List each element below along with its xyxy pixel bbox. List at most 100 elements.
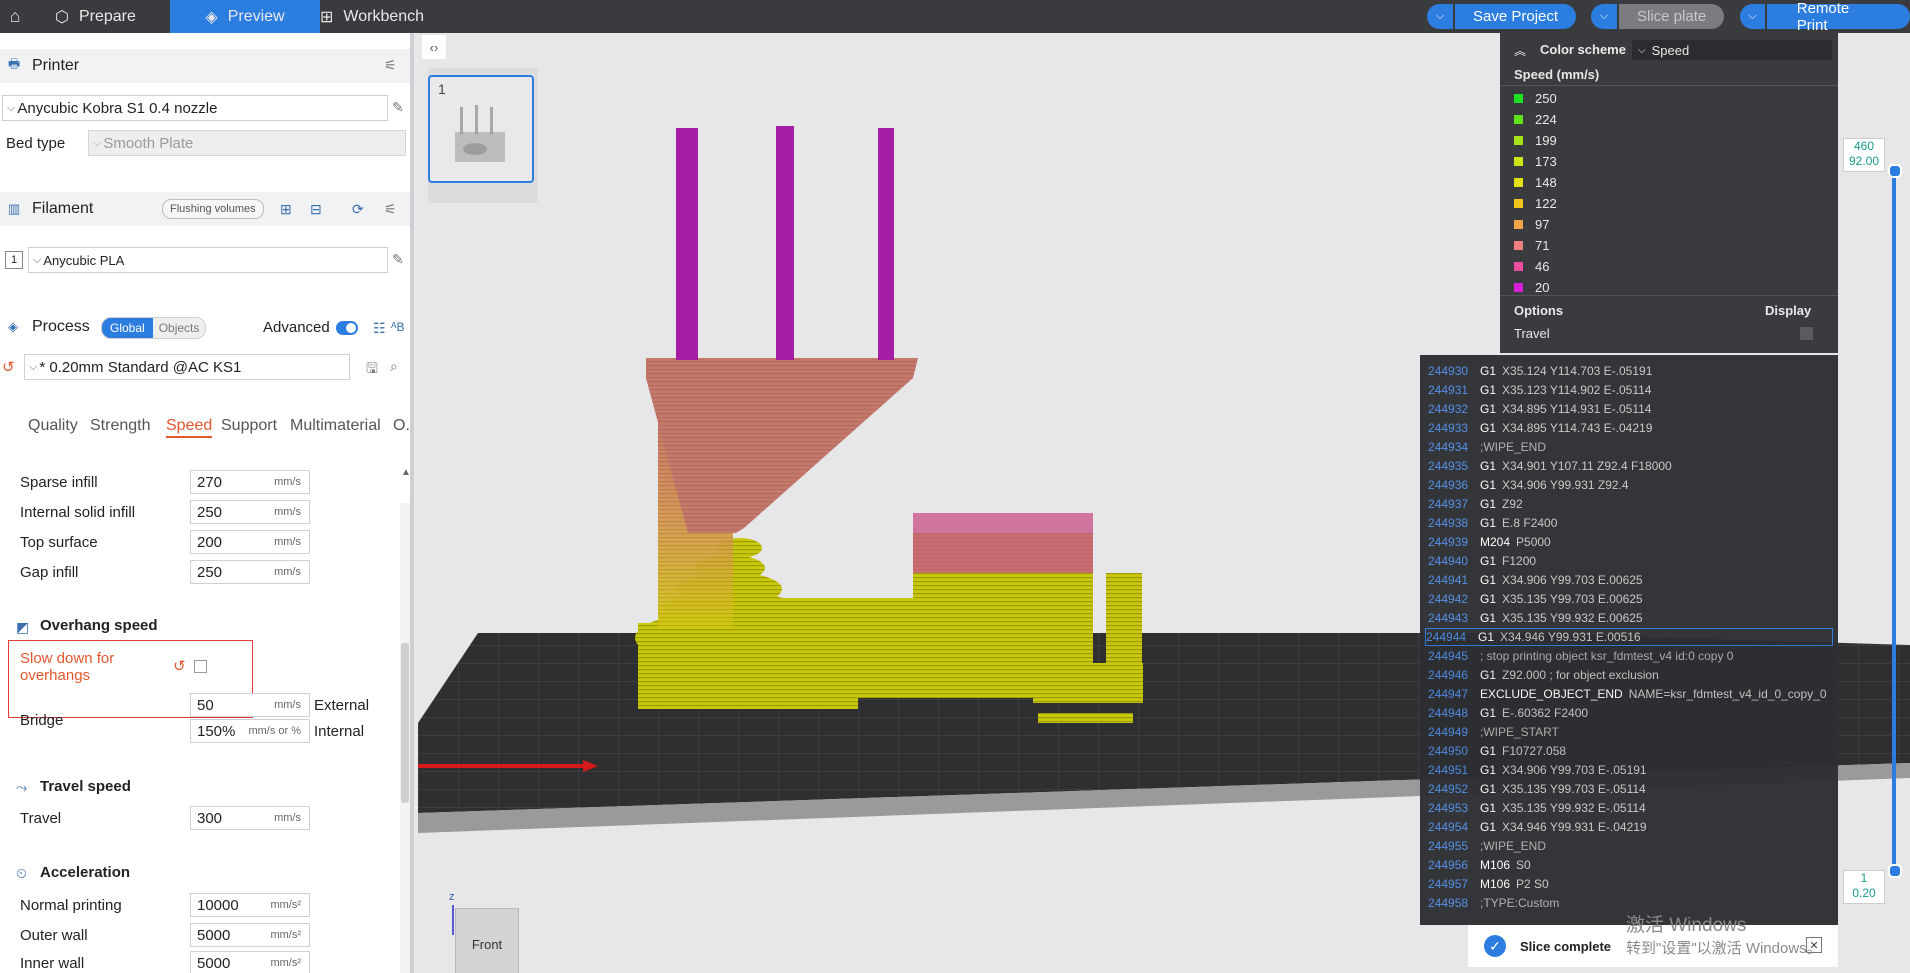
gcode-line[interactable]: 244941 G1 X34.906 Y99.703 E.00625 bbox=[1428, 572, 1643, 588]
tab-multimaterial[interactable]: Multimaterial bbox=[290, 417, 381, 435]
process-preset-select[interactable]: ⌵ * 0.20mm Standard @AC KS1 bbox=[24, 354, 350, 380]
save-project-dropdown[interactable]: ⌵ bbox=[1427, 4, 1453, 29]
global-option[interactable]: Global bbox=[102, 318, 153, 338]
gcode-line[interactable]: 244954 G1 X34.946 Y99.931 E-.04219 bbox=[1428, 819, 1647, 835]
gcode-arguments: ;WIPE_END bbox=[1480, 839, 1547, 853]
printer-settings-icon[interactable]: ⚟ bbox=[384, 57, 397, 74]
gcode-command: G1 bbox=[1478, 630, 1495, 644]
gcode-line[interactable]: 244952 G1 X35.135 Y99.703 E-.05114 bbox=[1428, 781, 1646, 797]
gcode-line-number: 244940 bbox=[1428, 554, 1469, 568]
advanced-toggle[interactable] bbox=[336, 321, 358, 335]
settings-scrollbar-thumb[interactable] bbox=[401, 643, 409, 803]
gcode-command: G1 bbox=[1480, 421, 1497, 435]
gcode-line[interactable]: 244937 G1 Z92 bbox=[1428, 496, 1523, 512]
gcode-line-number: 244934 bbox=[1428, 440, 1469, 454]
gcode-line[interactable]: 244944 G1 X34.946 Y99.931 E.00516 bbox=[1425, 628, 1833, 646]
printer-title: Printer bbox=[32, 57, 80, 74]
gcode-line[interactable]: 244935 G1 X34.901 Y107.11 Z92.4 F18000 bbox=[1428, 458, 1672, 474]
gcode-line[interactable]: 244947 EXCLUDE_OBJECT_END NAME=ksr_fdmtest… bbox=[1428, 686, 1827, 702]
ab-icon[interactable]: ᴬB bbox=[391, 320, 404, 334]
gcode-line[interactable]: 244953 G1 X35.135 Y99.932 E-.05114 bbox=[1428, 800, 1646, 816]
layer-slider-track[interactable] bbox=[1892, 170, 1896, 870]
gcode-command: G1 bbox=[1480, 383, 1497, 397]
sync-filament-icon[interactable]: ⟳ bbox=[352, 201, 364, 218]
save-project-button[interactable]: Save Project bbox=[1455, 4, 1577, 29]
inner-wall-input[interactable]: 5000 mm/s² bbox=[190, 951, 310, 973]
remove-filament-icon[interactable]: ⊟ bbox=[310, 201, 322, 218]
gcode-line[interactable]: 244933 G1 X34.895 Y114.743 E-.04219 bbox=[1428, 420, 1652, 436]
normal-printing-input[interactable]: 10000 mm/s² bbox=[190, 893, 310, 917]
gcode-line[interactable]: 244950 G1 F10727.058 bbox=[1428, 743, 1566, 759]
tab-workbench[interactable]: ⊞ Workbench bbox=[320, 0, 440, 33]
bridge-internal-input[interactable]: 150% mm/s or % bbox=[190, 719, 310, 743]
gcode-line[interactable]: 244938 G1 E.8 F2400 bbox=[1428, 515, 1557, 531]
gcode-line[interactable]: 244931 G1 X35.123 Y114.902 E-.05114 bbox=[1428, 382, 1651, 398]
remote-print-button[interactable]: Remote Print bbox=[1766, 0, 1910, 34]
slow-down-checkbox[interactable] bbox=[194, 660, 207, 673]
collapse-legend-icon[interactable]: ︽ bbox=[1514, 42, 1526, 59]
top-surface-input[interactable]: 200 mm/s bbox=[190, 530, 310, 554]
gcode-line[interactable]: 244932 G1 X34.895 Y114.931 E-.05114 bbox=[1428, 401, 1651, 417]
objects-option[interactable]: Objects bbox=[152, 318, 206, 338]
bridge-external-input[interactable]: 50 mm/s bbox=[190, 693, 310, 717]
slice-plate-button[interactable]: Slice plate bbox=[1619, 4, 1725, 29]
tab-speed[interactable]: Speed bbox=[166, 417, 213, 438]
gcode-line[interactable]: 244930 G1 X35.124 Y114.703 E-.05191 bbox=[1428, 363, 1652, 379]
gcode-line[interactable]: 244940 G1 F1200 bbox=[1428, 553, 1536, 569]
gcode-line[interactable]: 244943 G1 X35.135 Y99.932 E.00625 bbox=[1428, 610, 1643, 626]
gcode-line[interactable]: 244946 G1 Z92.000 ; for object exclusion bbox=[1428, 667, 1659, 683]
gcode-line[interactable]: 244955 ;WIPE_END bbox=[1428, 838, 1546, 854]
flushing-volumes-button[interactable]: Flushing volumes bbox=[162, 199, 264, 219]
gcode-line[interactable]: 244939 M204 P5000 bbox=[1428, 534, 1551, 550]
color-scheme-select[interactable]: ⌵ Speed bbox=[1632, 40, 1832, 60]
outer-wall-input[interactable]: 5000 mm/s² bbox=[190, 923, 310, 947]
layer-slider-bottom-handle[interactable] bbox=[1888, 864, 1902, 878]
gcode-line[interactable]: 244949 ;WIPE_START bbox=[1428, 724, 1559, 740]
layer-slider-top-handle[interactable] bbox=[1888, 164, 1902, 178]
sparse-infill-input[interactable]: 270 mm/s bbox=[190, 470, 310, 494]
chevron-down-icon: ⌵ bbox=[29, 360, 38, 373]
gcode-line[interactable]: 244934 ;WIPE_END bbox=[1428, 439, 1546, 455]
gcode-line-number: 244950 bbox=[1428, 744, 1469, 758]
scroll-up-icon[interactable]: ▲ bbox=[401, 467, 410, 478]
gcode-command: G1 bbox=[1480, 516, 1497, 530]
tab-support[interactable]: Support bbox=[221, 417, 277, 435]
gcode-line[interactable]: 244958 ;TYPE:Custom bbox=[1428, 895, 1559, 911]
reset-icon[interactable]: ↺ bbox=[173, 657, 186, 675]
gcode-line[interactable]: 244942 G1 X35.135 Y99.703 E.00625 bbox=[1428, 591, 1643, 607]
slice-plate-dropdown[interactable]: ⌵ bbox=[1591, 4, 1617, 29]
axis-z-label: z bbox=[449, 891, 455, 903]
gcode-viewer[interactable]: 244930 G1 X35.124 Y114.703 E-.05191 244931 G… bbox=[1420, 355, 1838, 925]
edit-printer-icon[interactable]: ✎ bbox=[392, 99, 404, 116]
gap-infill-input[interactable]: 250 mm/s bbox=[190, 560, 310, 584]
view-cube-front[interactable]: Front bbox=[455, 908, 519, 973]
gcode-line[interactable]: 244945 ; stop printing object ksr_fdmtest… bbox=[1428, 648, 1733, 664]
printer-select[interactable]: ⌵ Anycubic Kobra S1 0.4 nozzle bbox=[2, 95, 388, 121]
travel-input[interactable]: 300 mm/s bbox=[190, 806, 310, 830]
add-filament-icon[interactable]: ⊞ bbox=[280, 201, 292, 218]
remote-print-dropdown[interactable]: ⌵ bbox=[1740, 4, 1765, 29]
gcode-line[interactable]: 244948 G1 E-.60362 F2400 bbox=[1428, 705, 1588, 721]
internal-solid-infill-input[interactable]: 250 mm/s bbox=[190, 500, 310, 524]
gcode-line-number: 244941 bbox=[1428, 573, 1469, 587]
save-preset-icon[interactable]: 🖫 bbox=[366, 358, 378, 382]
gcode-line[interactable]: 244951 G1 X34.906 Y99.703 E-.05191 bbox=[1428, 762, 1647, 778]
filament-settings-icon[interactable]: ⚟ bbox=[384, 201, 397, 218]
tab-strength[interactable]: Strength bbox=[90, 417, 150, 435]
filament-select[interactable]: ⌵ Anycubic PLA bbox=[28, 247, 388, 273]
home-icon[interactable]: ⌂ bbox=[0, 0, 30, 33]
tab-others[interactable]: O... bbox=[393, 417, 410, 435]
gcode-line[interactable]: 244956 M106 S0 bbox=[1428, 857, 1531, 873]
tab-quality[interactable]: Quality bbox=[28, 417, 78, 435]
travel-display-checkbox[interactable] bbox=[1800, 327, 1813, 340]
search-icon[interactable]: ⌕ bbox=[390, 358, 398, 375]
gcode-line-number: 244946 bbox=[1428, 668, 1469, 682]
edit-filament-icon[interactable]: ✎ bbox=[392, 251, 404, 268]
gcode-line[interactable]: 244957 M106 P2 S0 bbox=[1428, 876, 1549, 892]
tab-preview[interactable]: ◈ Preview bbox=[170, 0, 320, 33]
compare-icon[interactable]: ☷ bbox=[373, 320, 386, 337]
tab-prepare[interactable]: ⬡ Prepare bbox=[55, 0, 165, 33]
reset-icon[interactable]: ↺ bbox=[2, 358, 15, 376]
gcode-line[interactable]: 244936 G1 X34.906 Y99.931 Z92.4 bbox=[1428, 477, 1629, 493]
slice-complete-text: Slice complete bbox=[1520, 938, 1612, 954]
